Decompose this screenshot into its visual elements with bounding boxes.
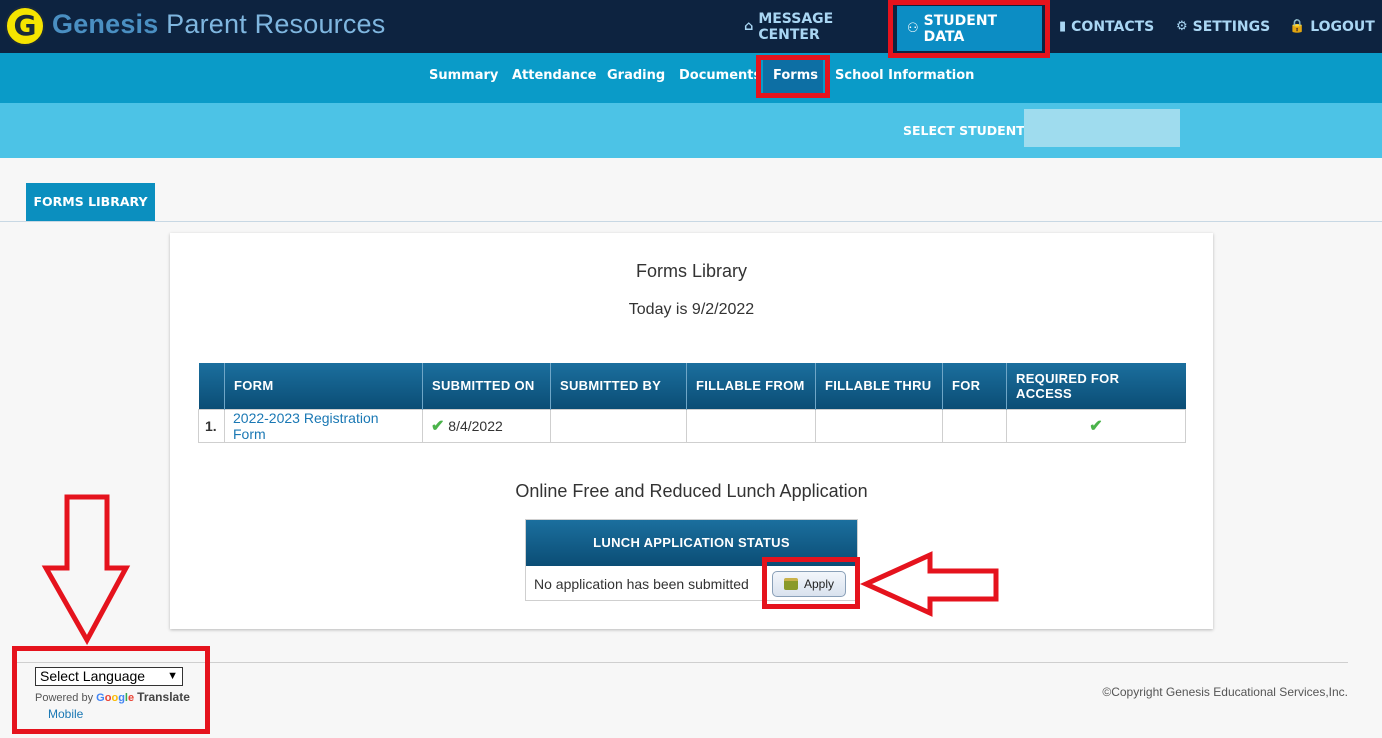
book-icon: ▮ — [1059, 19, 1067, 34]
forms-library-card: Forms Library Today is 9/2/2022 FORM SUB… — [170, 233, 1213, 629]
gear-icon: ⚙ — [1176, 19, 1188, 34]
header-required-for-access: REQUIRED FOR ACCESS — [1006, 363, 1186, 409]
fillable-from-cell — [686, 408, 816, 443]
copyright-text: ©Copyright Genesis Educational Services,… — [1102, 685, 1348, 699]
subnav-grading[interactable]: Grading — [607, 68, 665, 83]
required-cell: ✔ — [1006, 408, 1186, 443]
nav-logout[interactable]: 🔒 LOGOUT — [1289, 0, 1375, 53]
nav-settings[interactable]: ⚙ SETTINGS — [1176, 0, 1270, 53]
subnav-documents[interactable]: Documents — [679, 68, 761, 83]
today-date: Today is 9/2/2022 — [628, 301, 755, 318]
nav-message-center[interactable]: ⌂ MESSAGE CENTER — [744, 0, 886, 53]
annotation-box-student-data — [888, 0, 1050, 58]
header-submitted-by: SUBMITTED BY — [550, 363, 687, 409]
annotation-box-forms — [756, 55, 830, 98]
brand-title: Genesis Parent Resources — [52, 9, 386, 39]
header-for: FOR — [942, 363, 1007, 409]
forms-library-title: Forms Library — [635, 261, 747, 281]
table-row: 1. 2022-2023 Registration Form ✔ 8/4/202… — [198, 408, 1186, 443]
for-cell — [942, 408, 1007, 443]
registration-form-link[interactable]: 2022-2023 Registration Form — [233, 410, 379, 442]
lock-icon: 🔒 — [1289, 19, 1306, 34]
lunch-application-title: Online Free and Reduced Lunch Applicatio… — [515, 481, 868, 501]
header-index — [198, 363, 225, 409]
annotation-box-apply — [762, 557, 860, 609]
forms-table: FORM SUBMITTED ON SUBMITTED BY FILLABLE … — [198, 363, 1186, 443]
header-form: FORM — [224, 363, 423, 409]
fillable-thru-cell — [815, 408, 943, 443]
tab-divider — [0, 221, 1382, 222]
student-select-bar: SELECT STUDENT — [0, 103, 1382, 158]
down-arrow-annotation — [41, 494, 131, 646]
form-cell: 2022-2023 Registration Form — [224, 408, 423, 443]
lunch-status-message: No application has been submitted — [534, 576, 749, 592]
subnav-attendance[interactable]: Attendance — [512, 68, 596, 83]
footer-divider — [14, 662, 1348, 663]
submitted-on-cell: ✔ 8/4/2022 — [422, 408, 551, 443]
table-header-row: FORM SUBMITTED ON SUBMITTED BY FILLABLE … — [198, 363, 1186, 409]
submitted-by-cell — [550, 408, 687, 443]
header-fillable-from: FILLABLE FROM — [686, 363, 816, 409]
select-student-label: SELECT STUDENT — [903, 123, 1025, 138]
row-index: 1. — [198, 408, 225, 443]
home-icon: ⌂ — [744, 19, 754, 34]
header-fillable-thru: FILLABLE THRU — [815, 363, 943, 409]
annotation-box-language — [12, 646, 210, 734]
nav-contacts[interactable]: ▮ CONTACTS — [1059, 0, 1155, 53]
checkmark-icon: ✔ — [431, 417, 445, 435]
subnav-summary[interactable]: Summary — [429, 68, 498, 83]
header-submitted-on: SUBMITTED ON — [422, 363, 551, 409]
genesis-logo[interactable]: G — [5, 6, 45, 46]
top-header: G Genesis Parent Resources ⌂ MESSAGE CEN… — [0, 0, 1382, 53]
subnav-school-information[interactable]: School Information — [835, 68, 974, 83]
student-selector[interactable] — [1024, 109, 1180, 147]
checkmark-icon: ✔ — [1089, 417, 1103, 435]
tab-forms-library[interactable]: FORMS LIBRARY — [26, 183, 155, 221]
